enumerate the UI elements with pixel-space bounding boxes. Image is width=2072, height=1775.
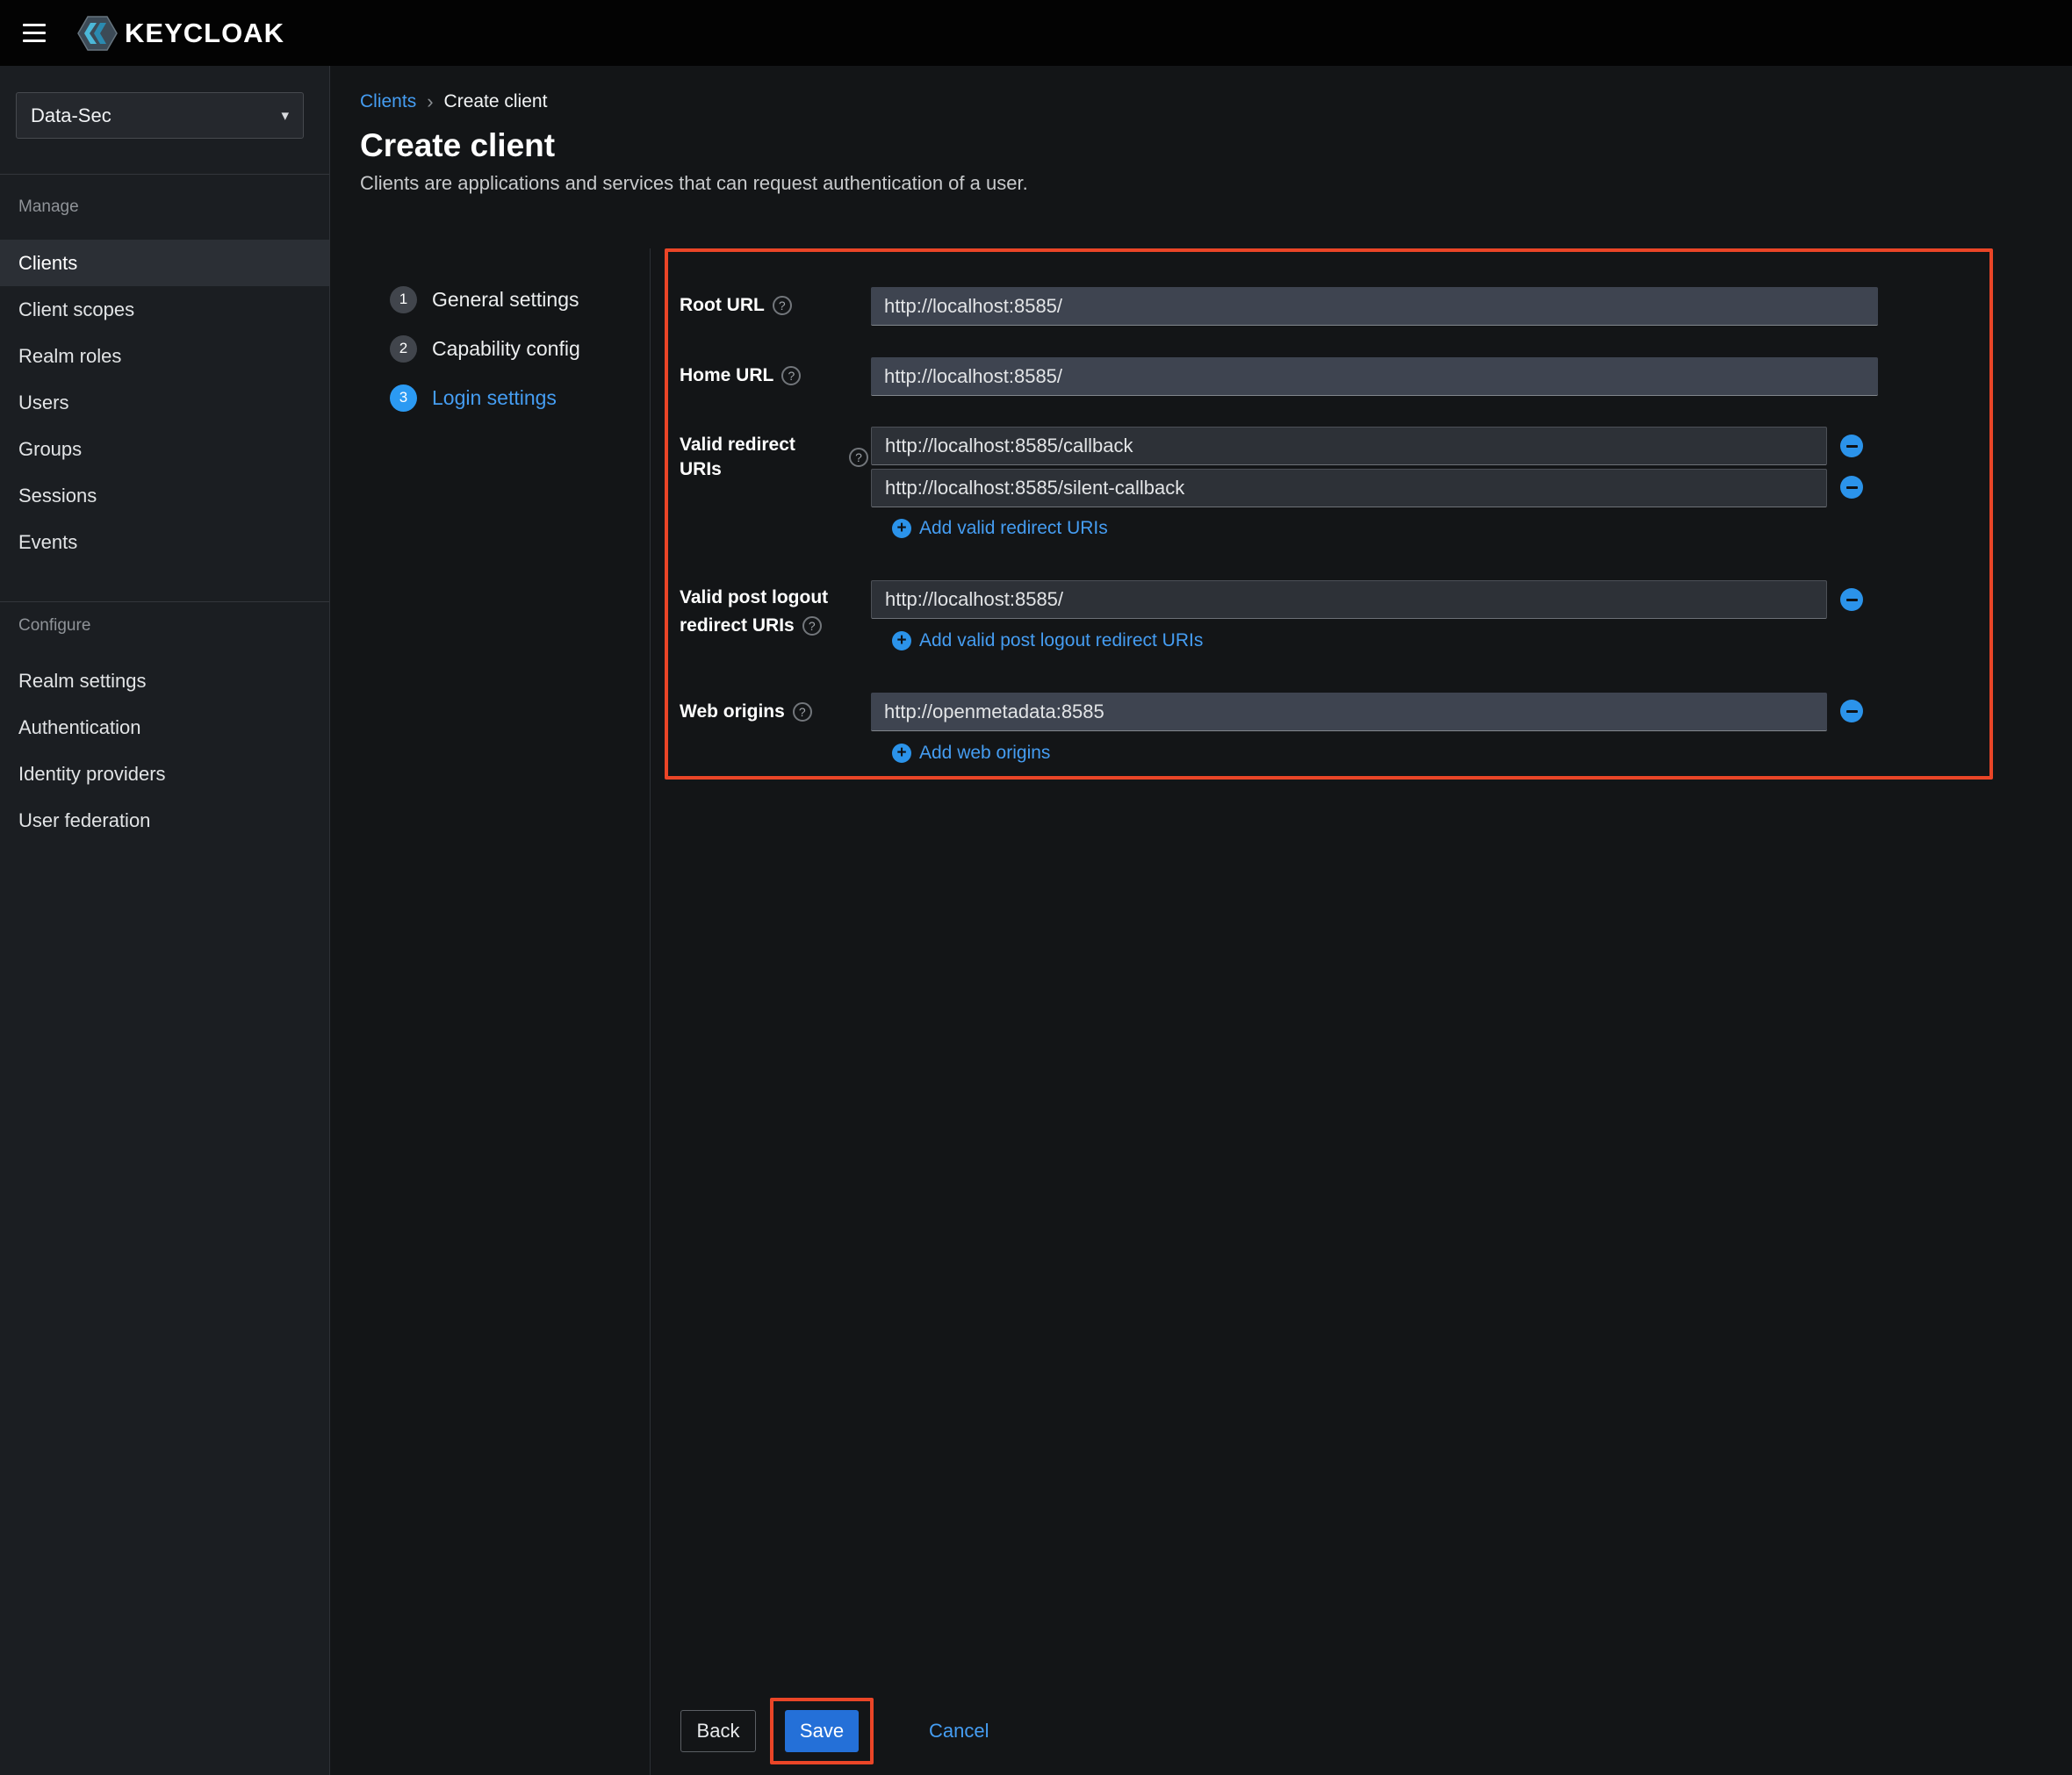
- breadcrumb-current: Create client: [443, 91, 548, 111]
- home-url-input[interactable]: [871, 357, 1878, 396]
- back-button[interactable]: Back: [680, 1710, 756, 1752]
- remove-post-logout-uri-button[interactable]: [1840, 588, 1863, 611]
- step-number-badge: 1: [390, 285, 417, 313]
- help-icon[interactable]: ?: [792, 702, 812, 722]
- sidebar-item-user-federation[interactable]: User federation: [0, 797, 329, 844]
- chevron-down-icon: ▾: [281, 106, 289, 124]
- sidebar-configure-list: Realm settings Authentication Identity p…: [0, 658, 329, 844]
- home-url-label: Home URL ?: [680, 363, 868, 388]
- web-origins-input[interactable]: [871, 693, 1827, 731]
- remove-redirect-uri-1-button[interactable]: [1840, 435, 1863, 457]
- remove-web-origin-button[interactable]: [1840, 700, 1863, 722]
- minus-circle-icon: [1845, 598, 1858, 601]
- sidebar-item-events[interactable]: Events: [0, 519, 329, 565]
- sidebar-manage-list: Clients Client scopes Realm roles Users …: [0, 240, 329, 565]
- valid-post-logout-label: Valid post logout redirect URIs ?: [680, 587, 829, 636]
- web-origins-label: Web origins ?: [680, 700, 868, 724]
- wizard-step-capability-config[interactable]: 2 Capability config: [390, 334, 580, 363]
- add-post-logout-uris-link[interactable]: + Add valid post logout redirect URIs: [892, 628, 1203, 654]
- topbar: KEYCLOAK: [0, 0, 2072, 66]
- hamburger-menu-button[interactable]: [23, 18, 53, 47]
- realm-selector-value: Data-Sec: [31, 104, 112, 126]
- help-icon[interactable]: ?: [849, 448, 868, 467]
- sidebar-item-client-scopes[interactable]: Client scopes: [0, 286, 329, 333]
- add-valid-redirect-uris-link[interactable]: + Add valid redirect URIs: [892, 515, 1108, 542]
- cancel-link[interactable]: Cancel: [929, 1710, 989, 1752]
- sidebar-item-users[interactable]: Users: [0, 379, 329, 426]
- redirect-uri-input-1[interactable]: [871, 427, 1827, 465]
- minus-circle-icon: [1845, 709, 1858, 713]
- plus-circle-icon: +: [892, 519, 911, 538]
- sidebar-item-sessions[interactable]: Sessions: [0, 472, 329, 519]
- root-url-input[interactable]: [871, 287, 1878, 326]
- post-logout-uri-input[interactable]: [871, 580, 1827, 619]
- chevron-right-icon: ›: [427, 90, 434, 112]
- valid-redirect-uris-label: Valid redirect URIs ?: [680, 433, 868, 482]
- minus-circle-icon: [1845, 485, 1858, 489]
- sidebar-item-identity-providers[interactable]: Identity providers: [0, 751, 329, 797]
- sidebar-divider: [0, 174, 329, 175]
- page-subtitle: Clients are applications and services th…: [360, 172, 1028, 194]
- plus-circle-icon: +: [892, 631, 911, 650]
- help-icon[interactable]: ?: [802, 616, 822, 636]
- sidebar: Data-Sec ▾ Manage Clients Client scopes …: [0, 66, 330, 1775]
- page-title: Create client: [360, 127, 556, 163]
- help-icon[interactable]: ?: [781, 366, 802, 385]
- root-url-label: Root URL ?: [680, 293, 868, 318]
- plus-circle-icon: +: [892, 744, 911, 763]
- step-label: General settings: [432, 287, 579, 311]
- brand-text: KEYCLOAK: [125, 17, 284, 48]
- help-icon[interactable]: ?: [772, 296, 792, 315]
- step-label: Capability config: [432, 336, 580, 360]
- sidebar-item-realm-roles[interactable]: Realm roles: [0, 333, 329, 379]
- realm-selector[interactable]: Data-Sec ▾: [16, 92, 304, 139]
- sidebar-item-realm-settings[interactable]: Realm settings: [0, 658, 329, 704]
- wizard-divider: [650, 248, 651, 1775]
- sidebar-section-manage: Manage: [18, 198, 79, 216]
- keycloak-logo-icon: [77, 15, 118, 51]
- sidebar-item-authentication[interactable]: Authentication: [0, 704, 329, 751]
- step-number-badge: 2: [390, 334, 417, 363]
- breadcrumb: Clients › Create client: [360, 90, 547, 113]
- save-button[interactable]: Save: [785, 1710, 859, 1752]
- breadcrumb-clients-link[interactable]: Clients: [360, 91, 416, 112]
- add-web-origins-link[interactable]: + Add web origins: [892, 740, 1050, 766]
- main-content: Clients › Create client Create client Cl…: [330, 66, 2072, 1775]
- minus-circle-icon: [1845, 444, 1858, 448]
- step-label: Login settings: [432, 385, 557, 409]
- step-number-badge: 3: [390, 384, 417, 412]
- redirect-uri-input-2[interactable]: [871, 469, 1827, 507]
- wizard-step-login-settings[interactable]: 3 Login settings: [390, 384, 557, 412]
- keycloak-logo: KEYCLOAK: [77, 0, 284, 66]
- sidebar-item-clients[interactable]: Clients: [0, 240, 329, 286]
- sidebar-divider: [0, 601, 329, 602]
- sidebar-section-configure: Configure: [18, 616, 91, 635]
- wizard-step-general-settings[interactable]: 1 General settings: [390, 285, 579, 313]
- remove-redirect-uri-2-button[interactable]: [1840, 476, 1863, 499]
- sidebar-item-groups[interactable]: Groups: [0, 426, 329, 472]
